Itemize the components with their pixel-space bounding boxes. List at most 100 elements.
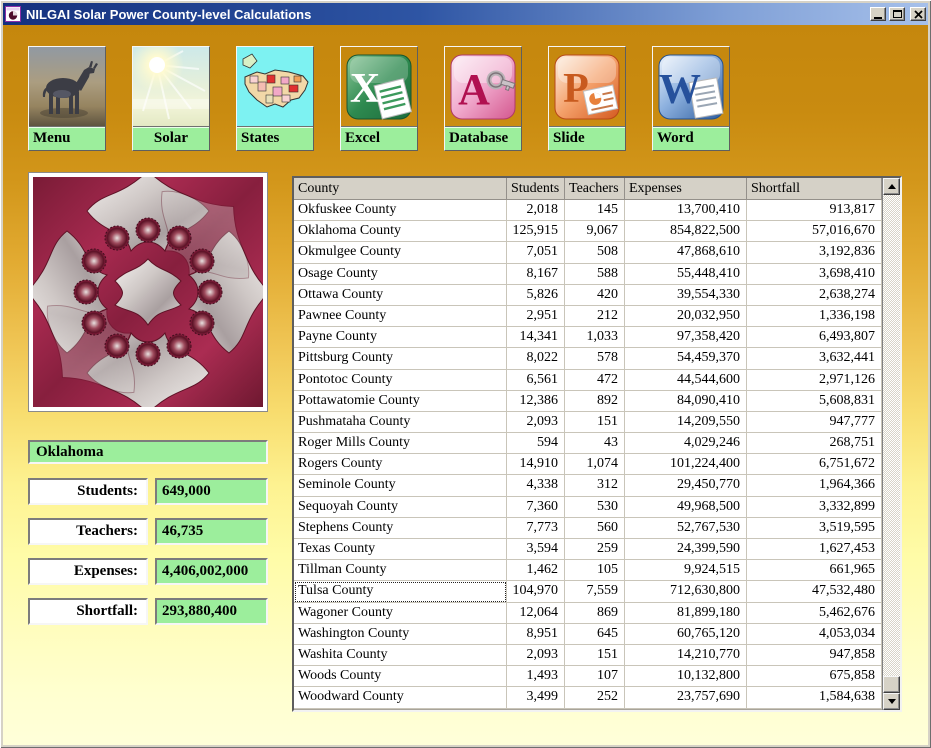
table-row[interactable]: Seminole County 4,338 312 29,450,770 1,9… xyxy=(294,475,882,496)
shortfall-cell[interactable]: 3,698,410 xyxy=(747,264,882,285)
close-button[interactable] xyxy=(910,7,926,21)
table-row[interactable]: Pittsburg County 8,022 578 54,459,370 3,… xyxy=(294,348,882,369)
teachers-cell[interactable]: 252 xyxy=(565,687,625,708)
teachers-cell[interactable]: 472 xyxy=(565,370,625,391)
shortfall-cell[interactable]: 1,584,638 xyxy=(747,687,882,708)
shortfall-cell[interactable]: 3,519,595 xyxy=(747,518,882,539)
teachers-cell[interactable]: 43 xyxy=(565,433,625,454)
expenses-value[interactable]: 4,406,002,000 xyxy=(155,558,268,585)
solar-button[interactable]: Solar xyxy=(132,46,210,151)
shortfall-cell[interactable]: 2,638,274 xyxy=(747,285,882,306)
students-cell[interactable]: 7,360 xyxy=(507,497,565,518)
expenses-cell[interactable]: 52,767,530 xyxy=(625,518,747,539)
expenses-cell[interactable]: 60,765,120 xyxy=(625,624,747,645)
students-cell[interactable]: 3,499 xyxy=(507,687,565,708)
students-cell[interactable]: 7,773 xyxy=(507,518,565,539)
county-cell[interactable]: Woodward County xyxy=(294,687,507,708)
vertical-scrollbar[interactable] xyxy=(883,178,900,710)
students-cell[interactable]: 8,022 xyxy=(507,348,565,369)
expenses-cell[interactable]: 29,450,770 xyxy=(625,475,747,496)
shortfall-cell[interactable]: 1,336,198 xyxy=(747,306,882,327)
expenses-cell[interactable]: 84,090,410 xyxy=(625,391,747,412)
county-cell[interactable]: Pottawatomie County xyxy=(294,391,507,412)
expenses-cell[interactable]: 49,968,500 xyxy=(625,497,747,518)
students-cell[interactable]: 14,341 xyxy=(507,327,565,348)
table-row[interactable]: Sequoyah County 7,360 530 49,968,500 3,3… xyxy=(294,497,882,518)
county-cell[interactable]: Pittsburg County xyxy=(294,348,507,369)
minimize-button[interactable] xyxy=(870,7,886,21)
shortfall-cell[interactable]: 4,053,034 xyxy=(747,624,882,645)
teachers-cell[interactable]: 145 xyxy=(565,200,625,221)
students-cell[interactable]: 14,910 xyxy=(507,454,565,475)
shortfall-cell[interactable]: 47,532,480 xyxy=(747,581,882,602)
expenses-cell[interactable]: 101,224,400 xyxy=(625,454,747,475)
students-cell[interactable]: 2,093 xyxy=(507,412,565,433)
county-cell[interactable]: Washington County xyxy=(294,624,507,645)
students-cell[interactable]: 8,951 xyxy=(507,624,565,645)
shortfall-value[interactable]: 293,880,400 xyxy=(155,598,268,625)
teachers-cell[interactable]: 259 xyxy=(565,539,625,560)
students-cell[interactable]: 12,064 xyxy=(507,603,565,624)
database-button[interactable]: A Database xyxy=(444,46,522,151)
shortfall-cell[interactable]: 5,608,831 xyxy=(747,391,882,412)
expenses-cell[interactable]: 47,868,610 xyxy=(625,242,747,263)
teachers-cell[interactable]: 560 xyxy=(565,518,625,539)
shortfall-cell[interactable]: 5,462,676 xyxy=(747,603,882,624)
table-row[interactable]: Okfuskee County 2,018 145 13,700,410 913… xyxy=(294,200,882,221)
teachers-cell[interactable]: 530 xyxy=(565,497,625,518)
county-cell[interactable]: Pontotoc County xyxy=(294,370,507,391)
shortfall-cell[interactable]: 3,192,836 xyxy=(747,242,882,263)
shortfall-cell[interactable]: 6,751,672 xyxy=(747,454,882,475)
shortfall-cell[interactable]: 1,964,366 xyxy=(747,475,882,496)
expenses-cell[interactable]: 23,757,690 xyxy=(625,687,747,708)
table-row[interactable]: Tillman County 1,462 105 9,924,515 661,9… xyxy=(294,560,882,581)
students-cell[interactable]: 2,018 xyxy=(507,200,565,221)
students-cell[interactable]: 7,051 xyxy=(507,242,565,263)
students-cell[interactable]: 4,338 xyxy=(507,475,565,496)
students-value[interactable]: 649,000 xyxy=(155,478,268,505)
expenses-cell[interactable]: 20,032,950 xyxy=(625,306,747,327)
county-cell[interactable]: Osage County xyxy=(294,264,507,285)
expenses-cell[interactable]: 97,358,420 xyxy=(625,327,747,348)
teachers-cell[interactable]: 578 xyxy=(565,348,625,369)
expenses-cell[interactable]: 81,899,180 xyxy=(625,603,747,624)
county-cell[interactable]: Tillman County xyxy=(294,560,507,581)
county-cell[interactable]: Roger Mills County xyxy=(294,433,507,454)
students-cell[interactable]: 125,915 xyxy=(507,221,565,242)
table-row[interactable]: Payne County 14,341 1,033 97,358,420 6,4… xyxy=(294,327,882,348)
county-cell[interactable]: Ottawa County xyxy=(294,285,507,306)
teachers-cell[interactable]: 588 xyxy=(565,264,625,285)
expenses-cell[interactable]: 13,700,410 xyxy=(625,200,747,221)
table-row[interactable]: Roger Mills County 594 43 4,029,246 268,… xyxy=(294,433,882,454)
students-cell[interactable]: 12,386 xyxy=(507,391,565,412)
students-cell[interactable]: 6,561 xyxy=(507,370,565,391)
expenses-cell[interactable]: 10,132,800 xyxy=(625,666,747,687)
table-row[interactable]: Stephens County 7,773 560 52,767,530 3,5… xyxy=(294,518,882,539)
teachers-cell[interactable]: 312 xyxy=(565,475,625,496)
county-column-header[interactable]: County xyxy=(294,178,507,200)
table-row[interactable]: Woodward County 3,499 252 23,757,690 1,5… xyxy=(294,687,882,708)
table-row[interactable]: Pontotoc County 6,561 472 44,544,600 2,9… xyxy=(294,370,882,391)
expenses-cell[interactable]: 39,554,330 xyxy=(625,285,747,306)
county-cell[interactable]: Wagoner County xyxy=(294,603,507,624)
shortfall-cell[interactable]: 6,493,807 xyxy=(747,327,882,348)
students-cell[interactable]: 8,167 xyxy=(507,264,565,285)
teachers-cell[interactable]: 151 xyxy=(565,645,625,666)
teachers-column-header[interactable]: Teachers xyxy=(565,178,625,200)
scroll-down-button[interactable] xyxy=(883,693,900,710)
word-button[interactable]: W Word xyxy=(652,46,730,151)
expenses-cell[interactable]: 44,544,600 xyxy=(625,370,747,391)
teachers-cell[interactable]: 107 xyxy=(565,666,625,687)
teachers-cell[interactable]: 151 xyxy=(565,412,625,433)
teachers-cell[interactable]: 1,074 xyxy=(565,454,625,475)
table-row[interactable]: Wagoner County 12,064 869 81,899,180 5,4… xyxy=(294,603,882,624)
shortfall-cell[interactable]: 675,858 xyxy=(747,666,882,687)
expenses-cell[interactable]: 54,459,370 xyxy=(625,348,747,369)
menu-button[interactable]: Menu xyxy=(28,46,106,151)
teachers-cell[interactable]: 105 xyxy=(565,560,625,581)
county-cell[interactable]: Stephens County xyxy=(294,518,507,539)
expenses-cell[interactable]: 712,630,800 xyxy=(625,581,747,602)
expenses-cell[interactable]: 14,209,550 xyxy=(625,412,747,433)
shortfall-cell[interactable]: 3,632,441 xyxy=(747,348,882,369)
teachers-cell[interactable]: 1,033 xyxy=(565,327,625,348)
